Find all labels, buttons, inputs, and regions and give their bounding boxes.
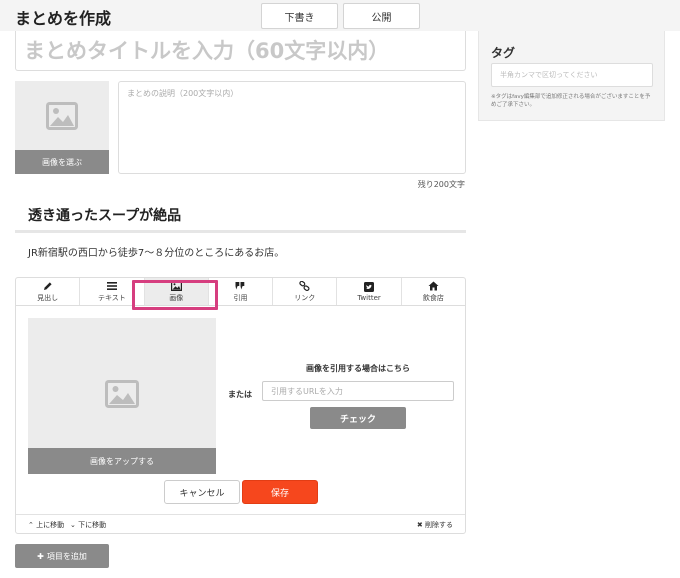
tab-quote[interactable]: 引用: [209, 278, 274, 305]
tag-note: ※タグはfavy編集部で追加修正される場合がございますことを予めご了承下さい。: [491, 94, 651, 108]
section-text: JR新宿駅の西口から徒歩7～８分位のところにあるお店。: [28, 248, 285, 259]
description-input[interactable]: まとめの説明（200文字以内）: [118, 81, 466, 174]
title-input[interactable]: まとめタイトルを入力（60文字以内）: [15, 31, 466, 71]
plus-icon: ✚: [37, 551, 44, 561]
heading-divider: [15, 230, 466, 233]
tag-panel: タグ 半角カンマで区切ってください ※タグはfavy編集部で追加修正される場合が…: [478, 31, 665, 121]
item-footer: ⌃ 上に移動 ⌄ 下に移動 ✖ 削除する: [16, 514, 465, 533]
choose-image-button[interactable]: 画像を選ぶ: [15, 150, 109, 174]
move-down-label: 下に移動: [78, 521, 107, 529]
quote-image-title: 画像を引用する場合はこちら: [306, 364, 410, 373]
chevron-up-icon: ⌃: [28, 521, 37, 529]
item-type-tabs: 見出し テキスト 画像 引用 リンク Twitter 飲食店: [16, 278, 465, 306]
tag-label: タグ: [491, 46, 516, 60]
tab-restaurant[interactable]: 飲食店: [402, 278, 465, 305]
tab-label: リンク: [294, 293, 316, 302]
tab-twitter[interactable]: Twitter: [337, 278, 402, 305]
tab-heading[interactable]: 見出し: [16, 278, 81, 305]
top-bar: まとめを作成 下書き 公開: [0, 0, 680, 31]
image-upload-area[interactable]: 画像をアップする: [28, 318, 216, 474]
tab-label: 引用: [233, 293, 248, 302]
tab-label: テキスト: [98, 293, 126, 302]
section-heading: 透き通ったスープが絶品: [28, 208, 182, 224]
upload-image-button[interactable]: 画像をアップする: [28, 448, 216, 474]
check-url-button[interactable]: チェック: [310, 407, 406, 429]
tab-label: 飲食店: [422, 293, 444, 302]
tab-link[interactable]: リンク: [273, 278, 338, 305]
quote-icon: [235, 281, 245, 289]
image-url-input[interactable]: 引用するURLを入力: [262, 381, 454, 401]
cancel-button[interactable]: キャンセル: [164, 480, 240, 504]
image-placeholder-icon: [46, 102, 78, 130]
add-item-label: 項目を追加: [46, 551, 87, 561]
image-tab-highlight: [132, 280, 218, 310]
save-draft-button[interactable]: 下書き: [261, 3, 338, 29]
item-editor: 見出し テキスト 画像 引用 リンク Twitter 飲食店 画像をアップする …: [15, 277, 466, 534]
twitter-icon: [364, 281, 375, 292]
delete-button[interactable]: ✖ 削除する: [417, 520, 453, 530]
move-up-button[interactable]: ⌃ 上に移動: [28, 520, 64, 530]
tag-input[interactable]: 半角カンマで区切ってください: [491, 63, 653, 87]
page-title: まとめを作成: [15, 9, 112, 28]
or-label: または: [228, 390, 252, 399]
chevron-down-icon: ⌄: [70, 521, 79, 529]
link-icon: [299, 280, 310, 291]
close-icon: ✖: [416, 521, 425, 529]
delete-label: 削除する: [425, 521, 453, 529]
save-button[interactable]: 保存: [242, 480, 318, 504]
move-down-button[interactable]: ⌄ 下に移動: [70, 520, 106, 530]
tab-label: Twitter: [357, 293, 381, 302]
cover-image-picker[interactable]: 画像を選ぶ: [15, 81, 109, 174]
move-up-label: 上に移動: [36, 521, 65, 529]
publish-button[interactable]: 公開: [343, 3, 420, 29]
image-placeholder-icon: [105, 380, 139, 408]
tab-label: 見出し: [37, 293, 59, 302]
pencil-icon: [43, 281, 52, 290]
add-item-button[interactable]: ✚ 項目を追加: [15, 544, 109, 568]
remaining-chars: 残り200文字: [417, 180, 465, 189]
home-icon: [428, 281, 439, 290]
list-icon: [106, 281, 117, 290]
